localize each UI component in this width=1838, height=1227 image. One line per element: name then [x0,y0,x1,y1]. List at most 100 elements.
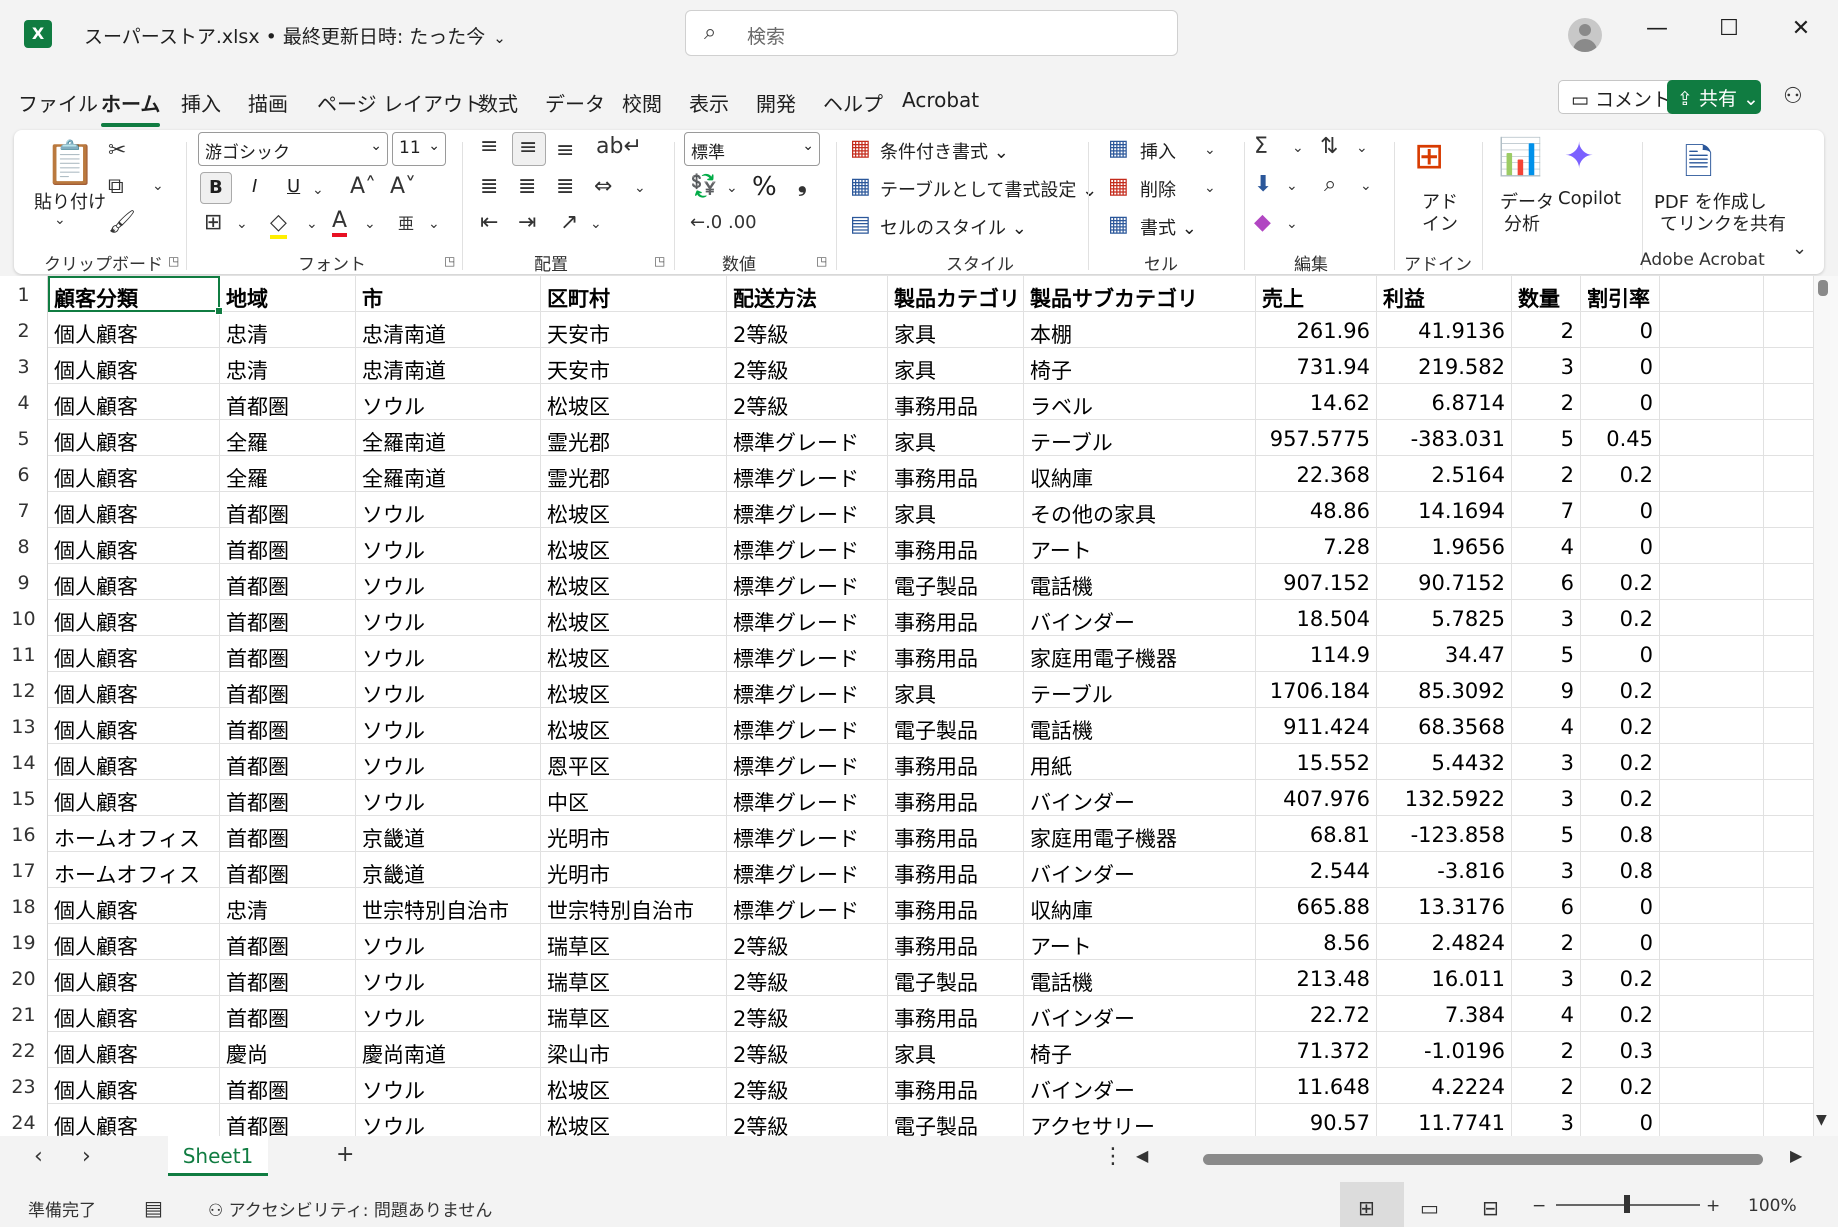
table-cell[interactable]: 京畿道 [356,816,541,852]
italic-button[interactable]: I [252,176,257,197]
table-cell[interactable]: 0 [1581,312,1660,348]
tab-file[interactable]: ファイル [18,88,98,117]
data-analysis-icon[interactable]: 📊 [1498,136,1543,178]
sheet-tab-sheet1[interactable]: Sheet1 [168,1136,268,1176]
table-cell[interactable]: 天安市 [541,312,727,348]
empty-cell[interactable] [1764,960,1814,996]
row-header[interactable]: 1 [0,276,48,312]
table-cell[interactable]: 椅子 [1024,1032,1256,1068]
table-cell[interactable]: 2 [1512,312,1581,348]
addins-label-2[interactable]: イン [1422,210,1458,236]
vertical-scroll-thumb[interactable] [1818,280,1828,296]
table-cell[interactable]: 標準グレード [727,600,888,636]
table-cell[interactable]: 個人顧客 [48,492,220,528]
row-header[interactable]: 3 [0,348,48,384]
table-cell[interactable]: 家庭用電子機器 [1024,636,1256,672]
table-cell[interactable]: 5.7825 [1377,600,1512,636]
empty-cell[interactable] [1660,528,1764,564]
empty-cell[interactable] [1660,708,1764,744]
table-cell[interactable]: 家具 [888,492,1024,528]
comma-style-icon[interactable]: ❟ [798,172,807,197]
font-color-icon[interactable]: A [332,208,348,237]
table-cell[interactable]: 個人顧客 [48,924,220,960]
table-cell[interactable]: 首都圏 [220,528,356,564]
table-cell[interactable]: 14.62 [1256,384,1377,420]
table-cell[interactable]: 首都圏 [220,708,356,744]
wrap-text-icon[interactable]: ab↵ [596,134,642,159]
tab-acrobat[interactable]: Acrobat [902,88,979,112]
table-cell[interactable]: 標準グレード [727,456,888,492]
table-cell[interactable]: 85.3092 [1377,672,1512,708]
empty-cell[interactable] [1764,348,1814,384]
table-cell[interactable]: 世宗特別自治市 [356,888,541,924]
tab-home[interactable]: ホーム [101,88,161,127]
table-cell[interactable]: ソウル [356,636,541,672]
table-cell[interactable]: 個人顧客 [48,528,220,564]
chevron-down-icon[interactable]: ⌄ [1204,142,1216,158]
row-header[interactable]: 14 [0,744,48,780]
table-cell[interactable]: 標準グレード [727,816,888,852]
collapse-ribbon-icon[interactable]: ⌄ [1792,238,1807,259]
table-cell[interactable]: 個人顧客 [48,384,220,420]
table-cell[interactable]: 3 [1512,852,1581,888]
table-cell[interactable]: 6 [1512,888,1581,924]
conditional-format-icon[interactable]: ▦ [850,136,871,161]
page-break-view-icon[interactable]: ⊟ [1482,1196,1499,1220]
column-header-cell[interactable]: 割引率 [1581,276,1660,312]
addins-icon[interactable]: ⊞ [1414,136,1444,177]
table-cell[interactable]: 132.5922 [1377,780,1512,816]
table-cell[interactable]: 標準グレード [727,528,888,564]
column-header-cell[interactable]: 地域 [220,276,356,312]
zoom-in-icon[interactable]: + [1706,1196,1720,1216]
align-right-icon[interactable]: ≣ [556,174,574,199]
table-cell[interactable]: 3 [1512,348,1581,384]
table-cell[interactable]: 0 [1581,924,1660,960]
table-cell[interactable]: 0 [1581,1104,1660,1140]
phonetic-guide-icon[interactable]: 亜 [398,210,414,234]
table-cell[interactable]: 首都圏 [220,492,356,528]
empty-cell[interactable] [1660,1032,1764,1068]
table-cell[interactable]: 事務用品 [888,924,1024,960]
table-cell[interactable]: 首都圏 [220,852,356,888]
chevron-down-icon[interactable]: ⌄ [1292,140,1304,156]
share-button[interactable]: ⇪ 共有 ⌄ [1667,80,1761,114]
table-cell[interactable]: 事務用品 [888,888,1024,924]
empty-cell[interactable] [1660,456,1764,492]
insert-cells-button[interactable]: 挿入 [1140,138,1176,164]
table-cell[interactable]: 全羅南道 [356,420,541,456]
table-cell[interactable]: その他の家具 [1024,492,1256,528]
format-cells-button[interactable]: 書式 ⌄ [1140,214,1197,240]
table-cell[interactable]: 4 [1512,996,1581,1032]
minimize-button[interactable]: — [1637,16,1677,41]
table-cell[interactable]: 0 [1581,636,1660,672]
decrease-decimal-icon[interactable]: .00 [728,212,757,233]
table-cell[interactable]: 0.2 [1581,456,1660,492]
underline-button[interactable]: U [287,176,300,197]
table-cell[interactable]: 48.86 [1256,492,1377,528]
empty-cell[interactable] [1660,348,1764,384]
table-cell[interactable]: 18.504 [1256,600,1377,636]
table-cell[interactable]: 2等級 [727,348,888,384]
empty-cell[interactable] [1764,1104,1814,1140]
table-cell[interactable]: 標準グレード [727,708,888,744]
empty-cell[interactable] [1660,888,1764,924]
table-cell[interactable]: 忠清南道 [356,312,541,348]
currency-icon[interactable]: 💱 [690,174,717,199]
chevron-down-icon[interactable]: ⌄ [1356,140,1368,156]
table-cell[interactable]: バインダー [1024,1068,1256,1104]
chevron-down-icon[interactable]: ⌄ [364,216,376,232]
table-cell[interactable]: 1.9656 [1377,528,1512,564]
table-cell[interactable]: 松坡区 [541,636,727,672]
table-cell[interactable]: 5 [1512,636,1581,672]
tab-help[interactable]: ヘルプ [823,88,883,117]
row-header[interactable]: 19 [0,924,48,960]
scroll-left-icon[interactable]: ◀ [1136,1146,1148,1165]
table-cell[interactable]: 標準グレード [727,672,888,708]
format-as-table-button[interactable]: テーブルとして書式設定 ⌄ [880,176,1097,202]
empty-cell[interactable] [1764,816,1814,852]
table-cell[interactable]: 6.8714 [1377,384,1512,420]
copy-icon[interactable]: ⧉ [108,174,124,199]
table-cell[interactable]: 個人顧客 [48,420,220,456]
table-cell[interactable]: 個人顧客 [48,636,220,672]
table-cell[interactable]: 首都圏 [220,384,356,420]
